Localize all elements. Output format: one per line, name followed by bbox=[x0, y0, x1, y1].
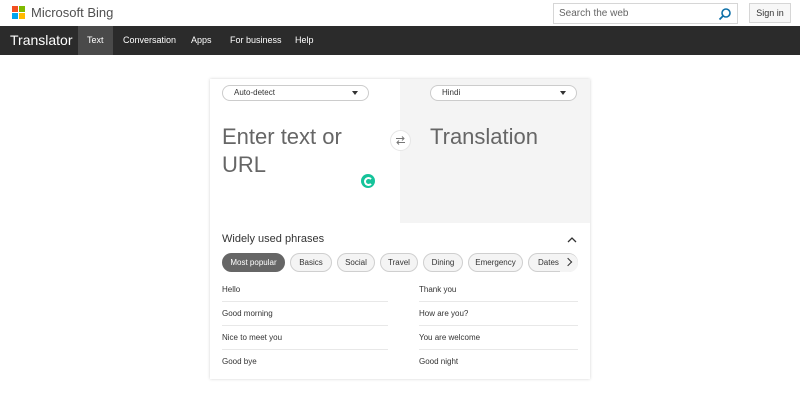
source-language-select[interactable]: Auto-detect bbox=[222, 85, 369, 101]
category-most-popular[interactable]: Most popular bbox=[222, 253, 285, 272]
phrase-item[interactable]: Good morning bbox=[222, 302, 388, 326]
target-language-label: Hindi bbox=[442, 88, 461, 97]
phrase-item[interactable]: How are you? bbox=[419, 302, 578, 326]
translator-card: Auto-detect Enter text or URL Hindi Tran… bbox=[210, 79, 590, 379]
brand-name[interactable]: Microsoft Bing bbox=[31, 5, 113, 20]
phrase-item[interactable]: Thank you bbox=[419, 278, 578, 302]
target-pane: Hindi Translation bbox=[400, 79, 590, 223]
search-icon[interactable] bbox=[718, 7, 732, 21]
phrase-item[interactable]: Good night bbox=[419, 350, 578, 374]
translator-title[interactable]: Translator bbox=[10, 32, 73, 48]
category-travel[interactable]: Travel bbox=[380, 253, 418, 272]
tab-text[interactable]: Text bbox=[78, 26, 113, 55]
phrases-title: Widely used phrases bbox=[222, 233, 325, 245]
chevron-right-icon[interactable] bbox=[560, 254, 578, 272]
top-bar: Microsoft Bing Sign in bbox=[0, 0, 800, 26]
source-language-label: Auto-detect bbox=[234, 88, 275, 97]
category-emergency[interactable]: Emergency bbox=[468, 253, 523, 272]
sign-in-button[interactable]: Sign in bbox=[749, 3, 791, 23]
tab-apps[interactable]: Apps bbox=[182, 26, 221, 55]
phrase-item[interactable]: Nice to meet you bbox=[222, 326, 388, 350]
phrase-item[interactable]: Hello bbox=[222, 278, 388, 302]
source-pane: Auto-detect Enter text or URL bbox=[210, 79, 400, 223]
translator-nav: Translator Text Conversation Apps For bu… bbox=[0, 26, 800, 55]
grammarly-icon[interactable] bbox=[361, 174, 375, 188]
chevron-down-icon bbox=[560, 91, 566, 95]
tab-for-business[interactable]: For business bbox=[221, 26, 291, 55]
chevron-up-icon[interactable] bbox=[567, 235, 577, 245]
phrase-item[interactable]: You are welcome bbox=[419, 326, 578, 350]
category-social[interactable]: Social bbox=[337, 253, 375, 272]
chevron-down-icon bbox=[352, 91, 358, 95]
microsoft-logo-icon[interactable] bbox=[12, 6, 26, 20]
category-basics[interactable]: Basics bbox=[290, 253, 332, 272]
search-input[interactable] bbox=[559, 6, 709, 21]
translation-output: Translation bbox=[430, 124, 539, 149]
search-box bbox=[553, 3, 738, 24]
tab-help[interactable]: Help bbox=[286, 26, 323, 55]
swap-icon bbox=[396, 136, 405, 145]
source-text-input[interactable]: Enter text or URL bbox=[222, 123, 382, 179]
swap-languages-button[interactable] bbox=[390, 130, 411, 151]
tab-conversation[interactable]: Conversation bbox=[114, 26, 185, 55]
phrase-category-tabs: Most popular Basics Social Travel Dining… bbox=[222, 253, 578, 273]
target-language-select[interactable]: Hindi bbox=[430, 85, 577, 101]
category-dining[interactable]: Dining bbox=[423, 253, 463, 272]
phrase-item[interactable]: Good bye bbox=[222, 350, 388, 374]
